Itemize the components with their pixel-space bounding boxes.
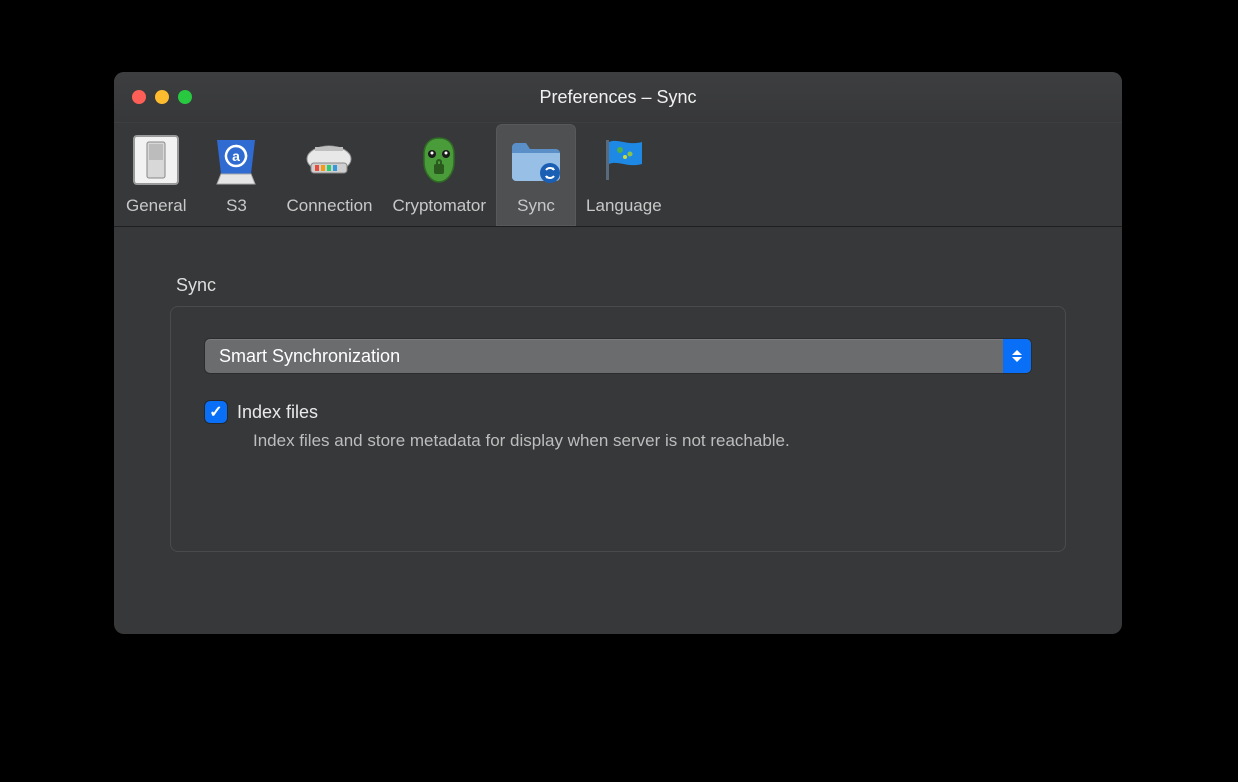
tab-general[interactable]: General bbox=[116, 124, 196, 226]
checkbox-description: Index files and store metadata for displ… bbox=[253, 431, 1031, 451]
zoom-icon[interactable] bbox=[178, 90, 192, 104]
check-icon: ✓ bbox=[209, 402, 222, 422]
index-files-checkbox[interactable]: ✓ bbox=[205, 401, 227, 423]
tab-s3[interactable]: a S3 bbox=[196, 124, 276, 226]
tab-label: Cryptomator bbox=[393, 196, 487, 216]
tab-label: Connection bbox=[286, 196, 372, 216]
traffic-lights bbox=[114, 90, 192, 104]
tab-label: General bbox=[126, 196, 186, 216]
tab-connection[interactable]: Connection bbox=[276, 124, 382, 226]
close-icon[interactable] bbox=[132, 90, 146, 104]
preferences-window: Preferences – Sync General bbox=[114, 72, 1122, 634]
flag-icon bbox=[594, 130, 654, 190]
minimize-icon[interactable] bbox=[155, 90, 169, 104]
tab-cryptomator[interactable]: Cryptomator bbox=[383, 124, 497, 226]
checkbox-label: Index files bbox=[237, 402, 318, 423]
connection-icon bbox=[299, 130, 359, 190]
folder-sync-icon bbox=[506, 130, 566, 190]
index-files-row: ✓ Index files bbox=[205, 401, 1031, 423]
window-title: Preferences – Sync bbox=[114, 87, 1122, 108]
tab-label: Language bbox=[586, 196, 662, 216]
section-label: Sync bbox=[176, 275, 1066, 296]
svg-text:a: a bbox=[233, 148, 241, 164]
content-panel: Sync Smart Synchronization ✓ Index files… bbox=[114, 227, 1122, 582]
tab-label: S3 bbox=[226, 196, 247, 216]
tab-sync[interactable]: Sync bbox=[496, 124, 576, 226]
s3-icon: a bbox=[206, 130, 266, 190]
switch-icon bbox=[126, 130, 186, 190]
chevron-up-down-icon bbox=[1003, 339, 1031, 373]
tab-label: Sync bbox=[517, 196, 555, 216]
sync-fieldset: Smart Synchronization ✓ Index files Inde… bbox=[170, 306, 1066, 552]
toolbar: General a S3 bbox=[114, 122, 1122, 227]
titlebar: Preferences – Sync bbox=[114, 72, 1122, 122]
select-value: Smart Synchronization bbox=[219, 346, 400, 367]
tab-language[interactable]: Language bbox=[576, 124, 672, 226]
sync-mode-select[interactable]: Smart Synchronization bbox=[205, 339, 1031, 373]
cryptomator-icon bbox=[409, 130, 469, 190]
